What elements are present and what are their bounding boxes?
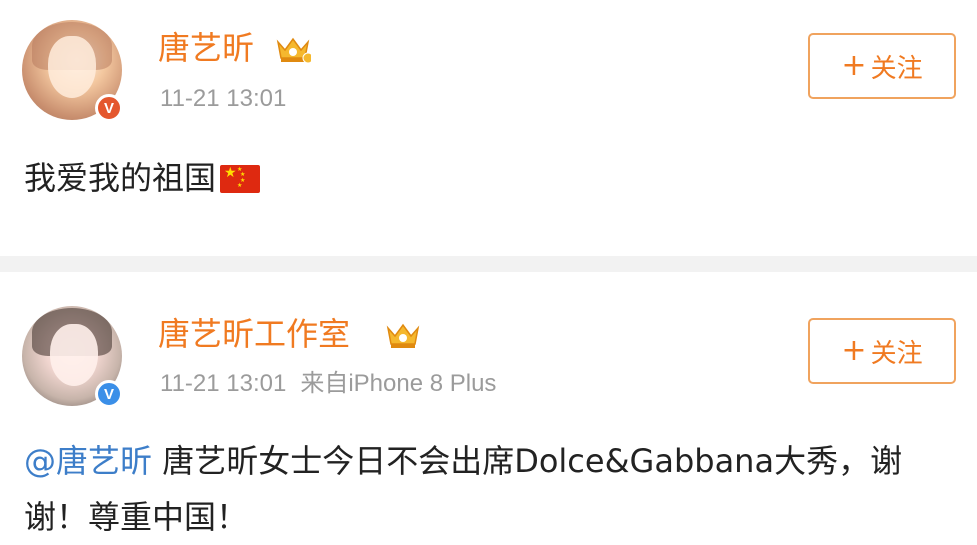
post-meta: 11-21 13:01 来自iPhone 8 Plus [160,372,496,396]
avatar-face [50,324,98,386]
post-card-content: V 唐艺昕工作室 11-21 13:01 来自iPhone 8 Plus + 关注… [0,0,977,537]
follow-label: 关注 [870,338,923,369]
post-content: @唐艺昕 唐艺昕女士今日不会出席Dolce&Gabbana大秀，谢谢！尊重中国！ [24,433,954,545]
author-name[interactable]: 唐艺昕工作室 [158,318,350,350]
plus-icon: + [841,333,867,368]
post-source[interactable]: 来自iPhone 8 Plus [300,370,496,397]
mention-link[interactable]: @唐艺昕 [24,442,152,480]
post-text: 唐艺昕女士今日不会出席Dolce&Gabbana大秀，谢谢！尊重中国！ [24,442,903,536]
follow-button[interactable]: + 关注 [808,318,956,384]
avatar-container[interactable]: V [22,306,123,408]
verified-icon: V [95,380,123,408]
crown-icon[interactable] [385,320,421,350]
post-time: 11-21 13:01 [160,370,287,397]
